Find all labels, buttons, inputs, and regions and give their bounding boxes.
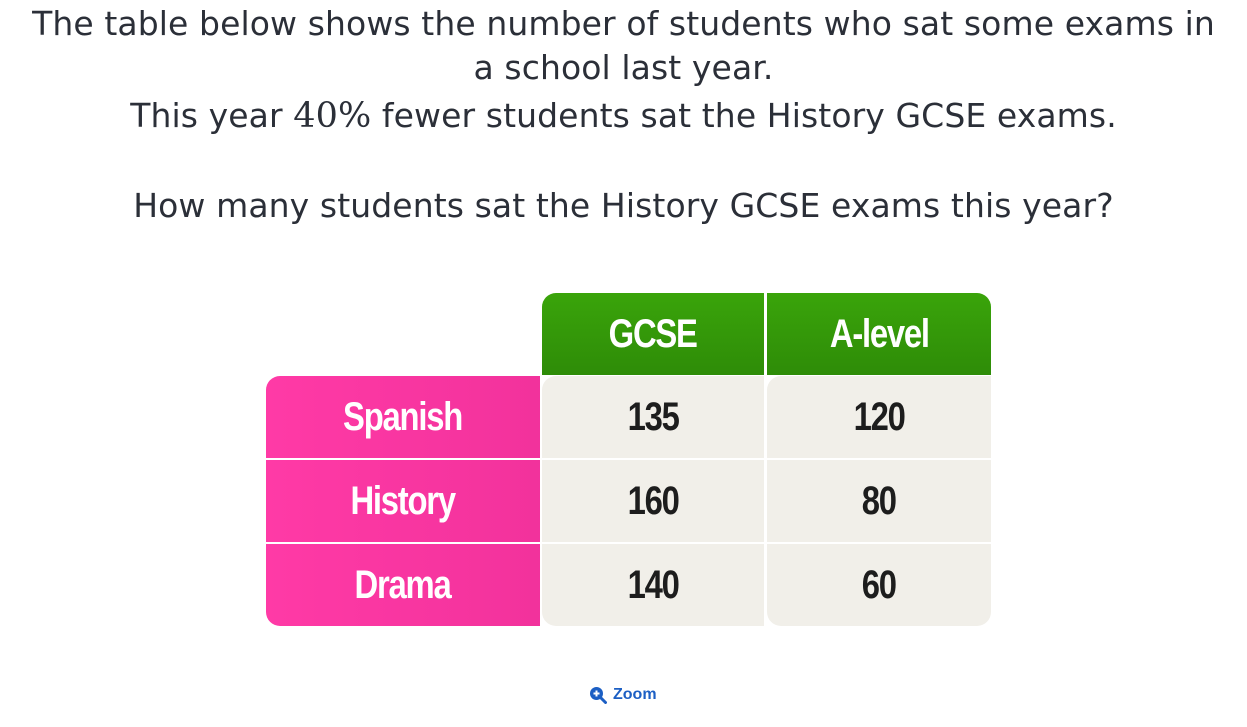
table-cell: 120 <box>767 376 991 458</box>
table-cell: 140 <box>542 544 764 626</box>
percentage-math: 40% <box>293 96 372 136</box>
table-cell: 160 <box>542 460 764 542</box>
row-label-spanish: Spanish <box>266 376 540 458</box>
table-cell: 60 <box>767 544 991 626</box>
question-line-3: This year 40% fewer students sat the His… <box>0 94 1247 138</box>
zoom-button[interactable]: Zoom <box>589 686 657 704</box>
column-header-gcse: GCSE <box>542 293 764 375</box>
exam-table: GCSE A-level Spanish 135 120 History 160… <box>266 293 991 626</box>
question-text: The table below shows the number of stud… <box>0 2 1247 228</box>
row-label-history: History <box>266 460 540 542</box>
question-line-3-prefix: This year <box>130 96 294 135</box>
table-cell: 135 <box>542 376 764 458</box>
question-line-1: The table below shows the number of stud… <box>32 4 1215 43</box>
table-cell: 80 <box>767 460 991 542</box>
zoom-in-icon <box>589 686 607 704</box>
question-ask: How many students sat the History GCSE e… <box>133 186 1114 225</box>
row-label-drama: Drama <box>266 544 540 626</box>
question-line-3-suffix: fewer students sat the History GCSE exam… <box>371 96 1117 135</box>
zoom-label: Zoom <box>613 686 657 703</box>
question-line-2: a school last year. <box>473 48 774 87</box>
column-header-alevel: A-level <box>767 293 991 375</box>
